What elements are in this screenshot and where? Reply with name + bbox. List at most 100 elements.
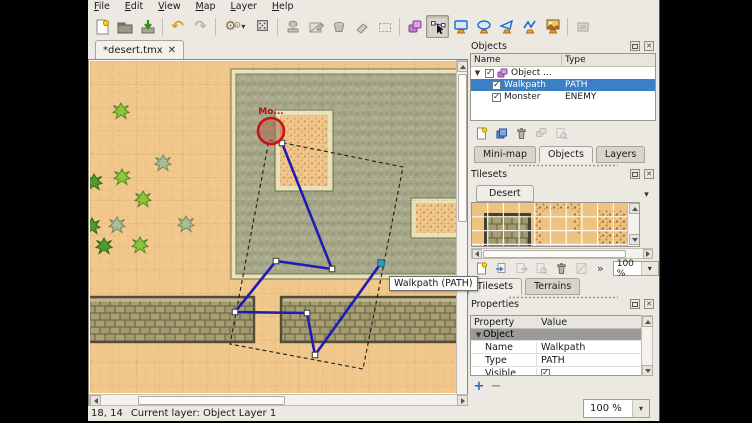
expander-icon[interactable]: ▼ xyxy=(474,331,483,339)
column-property[interactable]: Property xyxy=(471,317,537,328)
random-mode-button[interactable]: ⚄ xyxy=(251,15,274,38)
open-button[interactable] xyxy=(113,15,136,38)
toolbar-extension-button[interactable] xyxy=(571,15,594,38)
monster-row[interactable]: ✓ Monster ENEMY xyxy=(471,91,655,103)
scroll-up-button[interactable] xyxy=(457,61,468,72)
layer-visible-checkbox[interactable]: ✓ xyxy=(485,69,494,78)
float-panel-icon[interactable] xyxy=(630,41,640,51)
vscroll-thumb[interactable] xyxy=(458,74,467,222)
float-panel-icon[interactable] xyxy=(630,299,640,309)
menu-help[interactable]: Help xyxy=(266,0,300,13)
hscroll-thumb[interactable] xyxy=(138,396,285,405)
scroll-right-button[interactable] xyxy=(643,249,653,259)
object-visible-checkbox[interactable]: ✓ xyxy=(492,81,501,90)
edit-polygons-button[interactable] xyxy=(426,15,449,38)
remove-property-button[interactable]: − xyxy=(490,380,502,392)
tab-mini-map[interactable]: Mini-map xyxy=(474,146,536,163)
scroll-up-button[interactable] xyxy=(629,203,640,214)
remove-tileset-button[interactable] xyxy=(554,262,569,276)
float-panel-icon[interactable] xyxy=(630,169,640,179)
save-button[interactable] xyxy=(136,15,159,38)
edit-terrain-button[interactable] xyxy=(574,262,589,276)
close-panel-icon[interactable]: ✕ xyxy=(644,299,654,309)
vertex-handle[interactable] xyxy=(312,352,318,358)
scroll-down-button[interactable] xyxy=(629,234,640,245)
scroll-down-button[interactable] xyxy=(642,365,653,376)
dock-splitter[interactable] xyxy=(508,164,618,167)
add-object-button[interactable] xyxy=(474,126,489,140)
select-objects-button[interactable] xyxy=(403,15,426,38)
object-visible-checkbox[interactable]: ✓ xyxy=(492,93,501,102)
column-name[interactable]: Name xyxy=(471,55,562,65)
close-panel-icon[interactable]: ✕ xyxy=(644,41,654,51)
tab-close-icon[interactable]: ✕ xyxy=(168,45,176,56)
insert-rectangle-button[interactable] xyxy=(449,15,472,38)
visible-checkbox[interactable]: ✓ xyxy=(541,369,550,377)
menu-view[interactable]: View xyxy=(152,0,187,13)
dropdown-caret-icon[interactable]: ▾ xyxy=(641,262,658,275)
column-type[interactable]: Type xyxy=(562,55,655,65)
expander-icon[interactable]: ▼ xyxy=(473,69,482,77)
tab-objects[interactable]: Objects xyxy=(539,146,593,163)
tileset-list-dropdown-icon[interactable]: ▾ xyxy=(640,188,653,201)
hscroll-thumb[interactable] xyxy=(483,250,626,258)
tileset-hscrollbar[interactable] xyxy=(471,248,653,259)
menu-layer[interactable]: Layer xyxy=(224,0,263,13)
menu-edit[interactable]: Edit xyxy=(119,0,149,13)
redo-button[interactable]: ↷ xyxy=(189,15,212,38)
eraser-button[interactable] xyxy=(350,15,373,38)
menu-map[interactable]: Map xyxy=(190,0,222,13)
vertex-handle[interactable] xyxy=(304,310,310,316)
map-canvas[interactable]: Mo... xyxy=(90,61,456,393)
scroll-left-button[interactable] xyxy=(472,249,482,259)
menu-file[interactable]: File xyxy=(88,0,116,13)
column-value[interactable]: Value xyxy=(537,317,641,328)
property-row-visible[interactable]: Visible ✓ xyxy=(471,367,641,376)
duplicate-object-button[interactable] xyxy=(494,126,509,140)
map-hscrollbar[interactable] xyxy=(89,394,468,406)
terrain-brush-button[interactable] xyxy=(304,15,327,38)
monster-ellipse[interactable] xyxy=(258,118,284,144)
commands-button[interactable]: ⚙⚙▾ xyxy=(219,15,251,38)
property-value[interactable]: PATH xyxy=(537,355,641,366)
scroll-right-button[interactable] xyxy=(457,395,468,406)
import-tileset-button[interactable] xyxy=(494,262,509,276)
stamp-brush-button[interactable] xyxy=(281,15,304,38)
close-panel-icon[interactable]: ✕ xyxy=(644,169,654,179)
new-tileset-button[interactable] xyxy=(474,262,489,276)
insert-tile-button[interactable] xyxy=(541,15,564,38)
map-zoom-combo[interactable]: 100 % ▾ xyxy=(583,399,650,418)
property-row-name[interactable]: Name Walkpath xyxy=(471,341,641,354)
remove-object-button[interactable] xyxy=(514,126,529,140)
rect-select-button[interactable] xyxy=(373,15,396,38)
scroll-up-button[interactable] xyxy=(642,316,653,327)
tab-terrains[interactable]: Terrains xyxy=(525,278,580,295)
property-row-type[interactable]: Type PATH xyxy=(471,354,641,367)
insert-ellipse-button[interactable] xyxy=(472,15,495,38)
tileset-properties-button[interactable] xyxy=(534,262,549,276)
tileset-view[interactable] xyxy=(471,202,640,247)
undo-button[interactable]: ↶ xyxy=(166,15,189,38)
tileset-vscrollbar[interactable] xyxy=(627,203,639,246)
scroll-left-button[interactable] xyxy=(90,395,101,406)
export-tileset-button[interactable] xyxy=(514,262,529,276)
tab-layers[interactable]: Layers xyxy=(596,146,645,163)
tileset-zoom-combo[interactable]: 100 % ▾ xyxy=(613,261,659,276)
insert-polyline-button[interactable] xyxy=(518,15,541,38)
new-map-button[interactable] xyxy=(90,15,113,38)
tab-desert-tmx[interactable]: *desert.tmx ✕ xyxy=(95,40,184,60)
properties-vscrollbar[interactable] xyxy=(641,315,653,376)
vertex-handle[interactable] xyxy=(329,266,335,272)
walkpath-row[interactable]: ✓ Walkpath PATH xyxy=(471,79,655,91)
map-vscrollbar[interactable] xyxy=(456,60,468,405)
object-properties-button[interactable] xyxy=(554,126,569,140)
add-property-button[interactable]: + xyxy=(473,380,485,392)
object-layer-row[interactable]: ▼ ✓ Object ... xyxy=(471,67,655,79)
vertex-handle-selected[interactable] xyxy=(378,260,385,267)
tileset-tab-desert[interactable]: Desert xyxy=(476,185,534,202)
property-group-row[interactable]: ▼ Object xyxy=(471,329,641,341)
bucket-fill-button[interactable] xyxy=(327,15,350,38)
insert-polygon-button[interactable] xyxy=(495,15,518,38)
property-value[interactable]: Walkpath xyxy=(537,342,641,353)
dropdown-caret-icon[interactable]: ▾ xyxy=(632,400,649,417)
